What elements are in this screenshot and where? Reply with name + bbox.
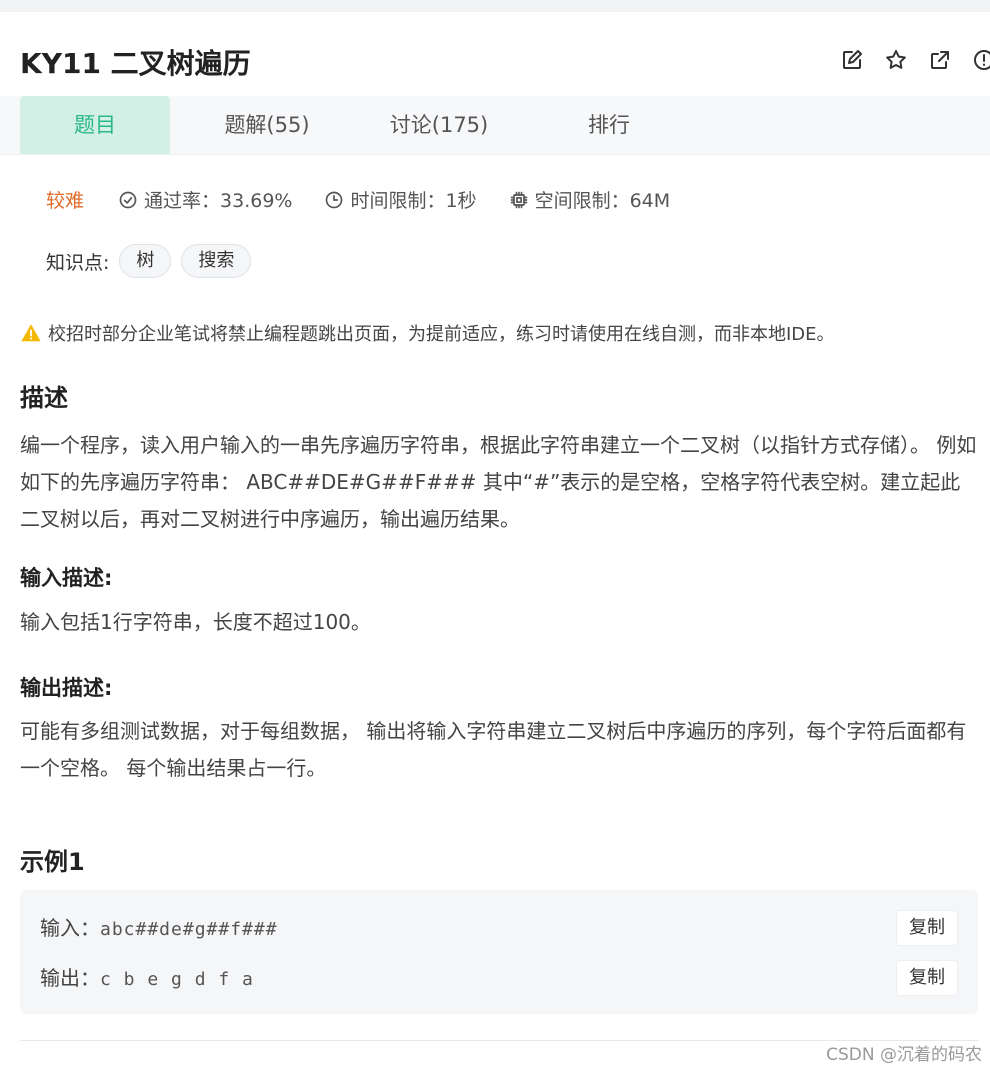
tag-search[interactable]: 搜索 — [181, 244, 252, 278]
exam-warning: 校招时部分企业笔试将禁止编程题跳出页面，为提前适应，练习时请使用在线自测，而非本… — [20, 320, 835, 346]
description-heading: 描述 — [20, 384, 68, 412]
chip-icon — [510, 191, 527, 208]
description-text: 编一个程序，读入用户输入的一串先序遍历字符串，根据此字符串建立一个二叉树（以指针… — [20, 433, 977, 531]
share-icon[interactable] — [928, 48, 952, 72]
warning-text: 校招时部分企业笔试将禁止编程题跳出页面，为提前适应，练习时请使用在线自测，而非本… — [48, 324, 835, 345]
example-output-value: c b e g d f a — [100, 969, 254, 990]
copy-output-button[interactable]: 复制 — [896, 960, 958, 996]
star-icon[interactable] — [884, 48, 908, 72]
alert-icon[interactable] — [972, 48, 990, 72]
top-strip — [0, 0, 990, 12]
example-input-row: 输入：abc##de#g##f### — [40, 912, 278, 941]
example-box: 输入：abc##de#g##f### 复制 输出：c b e g d f a 复… — [20, 890, 978, 1014]
input-desc-text: 输入包括1行字符串，长度不超过100。 — [20, 610, 371, 634]
watermark: CSDN @沉着的码农 — [826, 1045, 982, 1065]
tab-solutions[interactable]: 题解(55) — [192, 96, 342, 154]
tab-discussion[interactable]: 讨论(175) — [364, 96, 514, 154]
problem-header: KY11 二叉树遍历 — [0, 12, 990, 96]
header-actions — [840, 48, 990, 72]
tag-tree[interactable]: 树 — [119, 244, 172, 278]
tab-bar: 题目 题解(55) 讨论(175) 排行 — [0, 96, 990, 155]
knowledge-tags: 知识点: 树 搜索 — [46, 244, 252, 278]
example-output-row: 输出：c b e g d f a — [40, 962, 254, 991]
pass-rate: 通过率：33.69% — [118, 186, 292, 213]
time-limit-text: 时间限制：1秒 — [350, 190, 477, 212]
difficulty-badge: 较难 — [46, 190, 85, 212]
tab-ranking[interactable]: 排行 — [536, 96, 682, 154]
output-desc-heading: 输出描述: — [20, 676, 113, 700]
page-title: KY11 二叉树遍历 — [20, 47, 251, 80]
example-heading: 示例1 — [20, 848, 85, 876]
time-limit: 时间限制：1秒 — [324, 186, 477, 213]
output-desc-text: 可能有多组测试数据，对于每组数据， 输出将输入字符串建立二叉树后中序遍历的序列，… — [20, 719, 967, 780]
check-circle-icon — [119, 191, 137, 208]
tags-label: 知识点: — [46, 251, 110, 274]
input-desc-heading: 输入描述: — [20, 566, 113, 590]
example-input-value: abc##de#g##f### — [100, 919, 278, 940]
clock-icon — [326, 191, 343, 208]
example-input-label: 输入： — [40, 916, 100, 940]
problem-meta: 较难 通过率：33.69% 时间限制：1秒 空间限制：64M — [46, 186, 702, 213]
space-limit-text: 空间限制：64M — [534, 190, 671, 212]
copy-input-button[interactable]: 复制 — [896, 910, 958, 946]
tab-problem[interactable]: 题目 — [20, 96, 170, 154]
warning-icon — [21, 324, 41, 342]
pass-rate-text: 通过率：33.69% — [144, 190, 293, 212]
edit-icon[interactable] — [840, 48, 864, 72]
space-limit: 空间限制：64M — [509, 186, 671, 213]
example-output-label: 输出： — [40, 966, 100, 990]
